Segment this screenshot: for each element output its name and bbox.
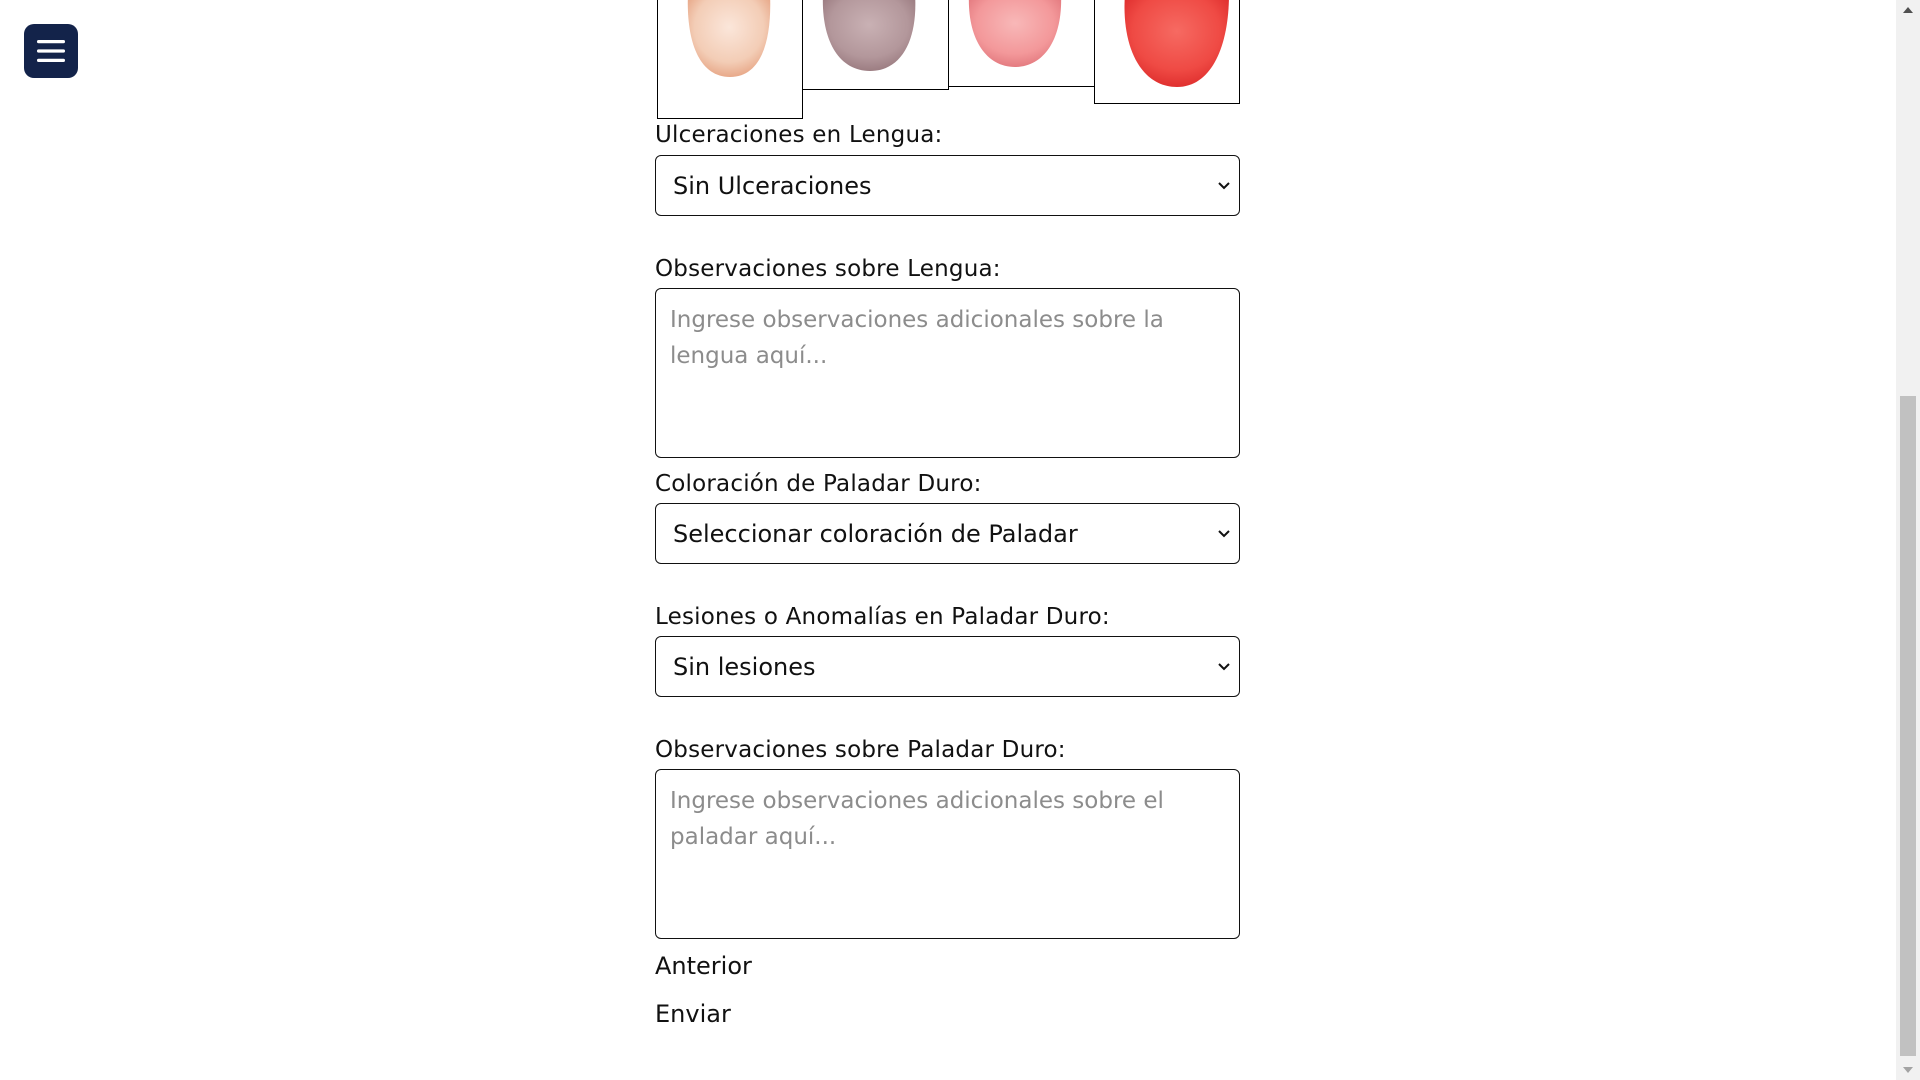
- tongue-option-red[interactable]: [1094, 0, 1240, 104]
- scroll-up-arrow[interactable]: [1896, 0, 1920, 20]
- vertical-scrollbar[interactable]: [1896, 0, 1920, 1080]
- triangle-down-icon: [1903, 1067, 1913, 1073]
- pink-tongue-image: [968, 0, 1062, 67]
- submit-button[interactable]: Enviar: [655, 1000, 731, 1028]
- obs-paladar-label: Observaciones sobre Paladar Duro:: [655, 737, 1066, 763]
- lesiones-paladar-select[interactable]: Sin lesiones: [655, 636, 1240, 697]
- chevron-down-icon: [1218, 662, 1230, 670]
- obs-lengua-textarea[interactable]: Ingrese observaciones adicionales sobre …: [655, 288, 1240, 458]
- tongue-option-grayish[interactable]: [802, 0, 949, 90]
- obs-paladar-placeholder: Ingrese observaciones adicionales sobre …: [670, 788, 1164, 850]
- obs-paladar-textarea[interactable]: Ingrese observaciones adicionales sobre …: [655, 769, 1240, 939]
- obs-lengua-label: Observaciones sobre Lengua:: [655, 256, 1001, 282]
- chevron-down-icon: [1218, 181, 1230, 189]
- pale-tongue-image: [687, 0, 771, 77]
- tongue-option-pale[interactable]: [657, 0, 803, 119]
- scroll-down-arrow[interactable]: [1896, 1060, 1920, 1080]
- obs-lengua-placeholder: Ingrese observaciones adicionales sobre …: [670, 307, 1164, 369]
- ulceraciones-label: Ulceraciones en Lengua:: [655, 122, 943, 148]
- tongue-option-pink[interactable]: [948, 0, 1095, 87]
- grayish-tongue-image: [822, 0, 916, 71]
- lesiones-paladar-selected-value: Sin lesiones: [673, 652, 816, 681]
- ulceraciones-selected-value: Sin Ulceraciones: [673, 171, 872, 200]
- coloracion-paladar-label: Coloración de Paladar Duro:: [655, 471, 982, 497]
- chevron-down-icon: [1218, 529, 1230, 537]
- coloracion-paladar-select[interactable]: Seleccionar coloración de Paladar: [655, 503, 1240, 564]
- tongue-color-options: [655, 0, 1240, 120]
- ulceraciones-select[interactable]: Sin Ulceraciones: [655, 155, 1240, 216]
- hamburger-menu-icon: [37, 40, 65, 62]
- scrollbar-thumb[interactable]: [1900, 396, 1916, 1056]
- red-tongue-image: [1124, 0, 1229, 87]
- page: Ulceraciones en Lengua: Sin Ulceraciones…: [0, 0, 1920, 1080]
- previous-button[interactable]: Anterior: [655, 952, 752, 980]
- lesiones-paladar-label: Lesiones o Anomalías en Paladar Duro:: [655, 604, 1110, 630]
- menu-button[interactable]: [24, 24, 78, 78]
- triangle-up-icon: [1903, 7, 1913, 13]
- coloracion-paladar-selected-value: Seleccionar coloración de Paladar: [673, 519, 1078, 548]
